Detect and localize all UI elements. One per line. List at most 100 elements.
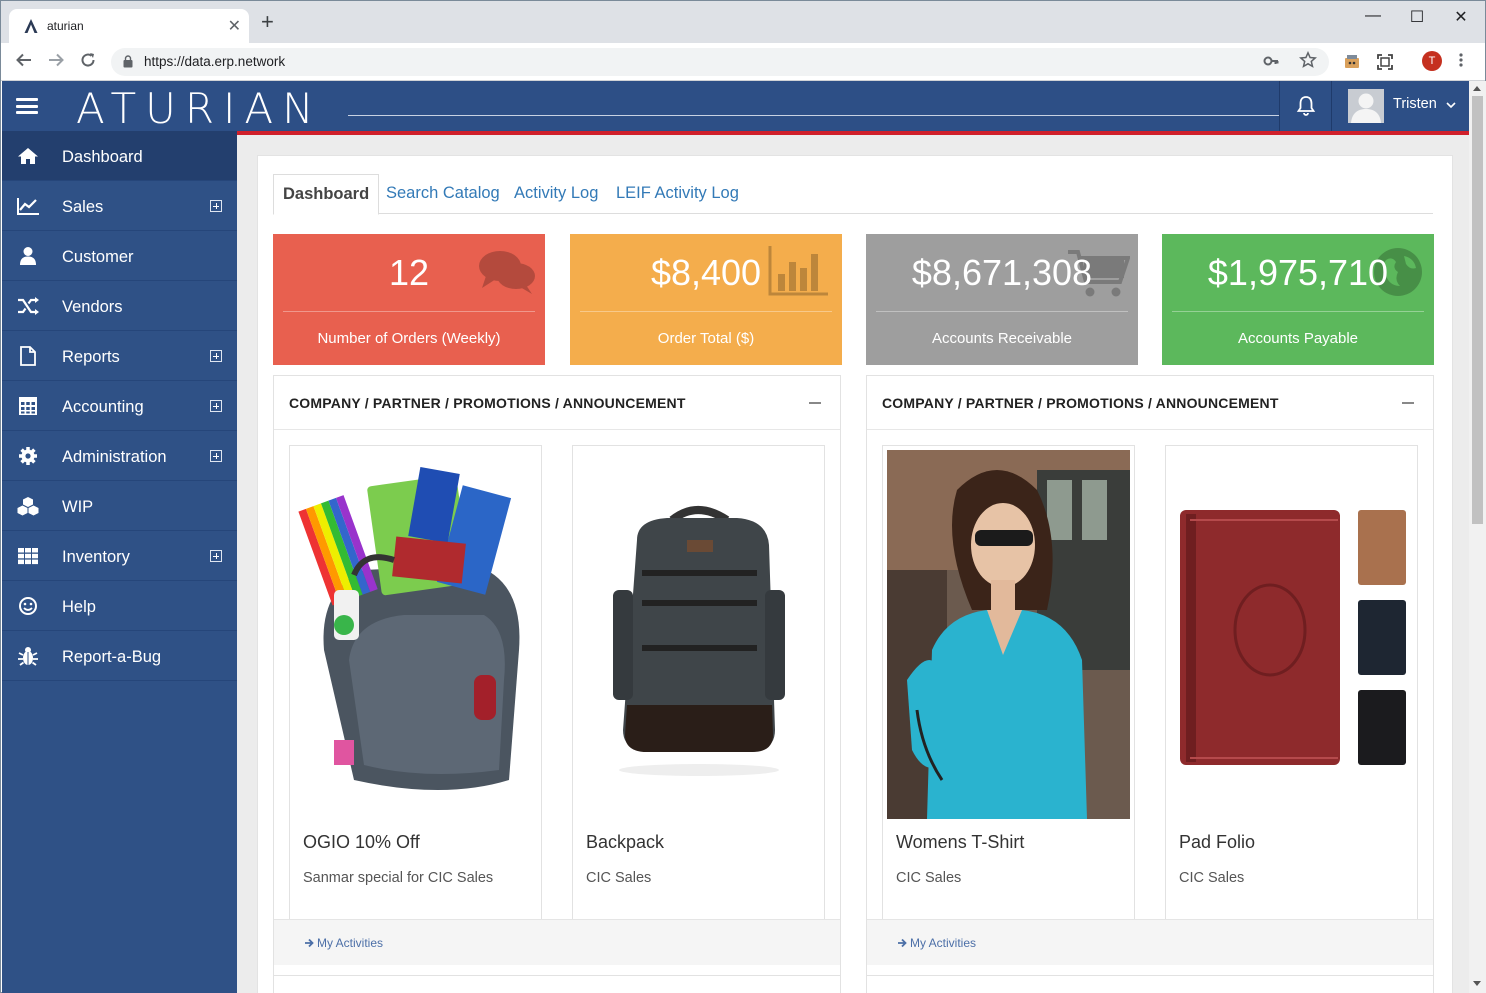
card-title: Backpack	[586, 832, 665, 852]
expand-plus-icon[interactable]	[210, 550, 222, 562]
sidebar-item-customer[interactable]: Customer	[2, 231, 237, 281]
cubes-icon	[17, 497, 39, 516]
sidebar-item-label: Customer	[62, 248, 134, 266]
stat-order-total[interactable]: $8,400 Order Total ($)	[570, 234, 842, 365]
chevron-down-icon[interactable]	[1446, 101, 1456, 109]
card-subtitle: CIC Sales	[896, 870, 962, 886]
back-arrow-icon[interactable]	[15, 51, 33, 69]
new-tab-button[interactable]: +	[261, 11, 274, 33]
stat-value: $8,400	[650, 252, 762, 293]
sidebar-item-vendors[interactable]: Vendors	[2, 281, 237, 331]
reload-icon[interactable]	[79, 51, 97, 69]
my-activities-link[interactable]: My Activities	[910, 936, 976, 950]
promo-card[interactable]: Pad Folio CIC Sales	[1165, 445, 1418, 921]
logo-underline	[348, 115, 1280, 116]
user-avatar[interactable]	[1348, 89, 1384, 123]
tab-close-icon[interactable]: ✕	[228, 16, 241, 36]
vertical-scrollbar[interactable]	[1469, 81, 1486, 993]
tab-search-catalog[interactable]: Search Catalog	[377, 174, 509, 214]
tab-leif-activity-log[interactable]: LEIF Activity Log	[607, 174, 748, 214]
aturian-logo[interactable]: ATURIAN	[76, 84, 323, 133]
tab-dashboard[interactable]: Dashboard	[273, 174, 380, 215]
forward-arrow-icon[interactable]	[47, 51, 65, 69]
promo-card[interactable]: Backpack CIC Sales	[572, 445, 825, 921]
sidebar-item-label: Dashboard	[62, 148, 143, 166]
card-subtitle: CIC Sales	[586, 870, 652, 886]
sidebar-item-label: Accounting	[62, 398, 144, 416]
card-title: Pad Folio	[1179, 832, 1256, 852]
scroll-down-icon[interactable]	[1473, 981, 1481, 987]
announcement-panel: COMPANY / PARTNER / PROMOTIONS / ANNOUNC…	[273, 375, 841, 993]
line-chart-icon	[17, 198, 39, 215]
address-bar[interactable]: https://data.erp.network	[111, 48, 1329, 76]
bug-icon	[18, 647, 38, 666]
arrow-right-icon	[305, 938, 314, 948]
browser-toolbar: https://data.erp.network	[1, 43, 1485, 81]
womens-tshirt-image	[887, 450, 1130, 819]
stat-orders[interactable]: 12 Number of Orders (Weekly)	[273, 234, 545, 365]
backpack-image	[577, 450, 820, 819]
scrollbar-thumb[interactable]	[1472, 96, 1483, 524]
stat-value: 12	[388, 252, 430, 293]
sidebar-item-dashboard[interactable]: Dashboard	[2, 131, 237, 181]
main-content: Dashboard Search Catalog Activity Log LE…	[237, 135, 1469, 993]
expand-plus-icon[interactable]	[210, 400, 222, 412]
my-activities-link[interactable]: My Activities	[317, 936, 383, 950]
header-divider	[1279, 81, 1280, 131]
next-panel-stub	[273, 975, 841, 993]
extension-icon[interactable]	[1342, 52, 1362, 72]
card-subtitle: Sanmar special for CIC Sales	[303, 870, 494, 886]
stat-divider	[876, 311, 1128, 312]
expand-plus-icon[interactable]	[210, 450, 222, 462]
sidebar-item-label: Report-a-Bug	[62, 648, 162, 666]
notification-bell-icon[interactable]	[1294, 94, 1318, 118]
window-close-button[interactable]: ✕	[1441, 7, 1481, 27]
expand-plus-icon[interactable]	[210, 350, 222, 362]
sidebar-item-help[interactable]: Help	[2, 581, 237, 631]
stat-accounts-payable[interactable]: $1,975,710 Accounts Payable	[1162, 234, 1434, 365]
announcement-footer: My Activities	[867, 919, 1433, 965]
sidebar-item-wip[interactable]: WIP	[2, 481, 237, 531]
sidebar-item-administration[interactable]: Administration	[2, 431, 237, 481]
card-subtitle: CIC Sales	[1179, 870, 1245, 886]
grid-icon	[18, 548, 38, 565]
sidebar-item-sales[interactable]: Sales	[2, 181, 237, 231]
announcement-header: COMPANY / PARTNER / PROMOTIONS / ANNOUNC…	[867, 376, 1433, 430]
sidebar-item-accounting[interactable]: Accounting	[2, 381, 237, 431]
announcement-title: COMPANY / PARTNER / PROMOTIONS / ANNOUNC…	[289, 395, 686, 411]
sidebar: Dashboard Sales Customer Vendors Reports…	[2, 131, 237, 993]
collapse-minus-icon[interactable]	[809, 402, 821, 404]
sidebar-item-reports[interactable]: Reports	[2, 331, 237, 381]
gear-icon	[19, 447, 37, 465]
stat-divider	[1172, 311, 1424, 312]
hamburger-menu-icon[interactable]	[16, 98, 38, 114]
sidebar-item-inventory[interactable]: Inventory	[2, 531, 237, 581]
minimize-button[interactable]: —	[1353, 7, 1393, 25]
scroll-up-icon[interactable]	[1473, 85, 1481, 91]
collapse-minus-icon[interactable]	[1402, 402, 1414, 404]
card-title: Womens T-Shirt	[896, 832, 1025, 852]
next-panel-stub	[866, 975, 1434, 993]
stat-caption: Number of Orders (Weekly)	[317, 330, 501, 347]
bookmark-star-icon[interactable]	[1299, 51, 1317, 69]
app-header: ATURIAN Tristen	[2, 81, 1469, 133]
url-text[interactable]: https://data.erp.network	[144, 54, 285, 69]
browser-profile-avatar[interactable]: T	[1422, 51, 1442, 71]
stat-accounts-receivable[interactable]: $8,671,308 Accounts Receivable	[866, 234, 1138, 365]
tab-title: aturian	[47, 19, 84, 33]
sidebar-item-label: WIP	[62, 498, 94, 516]
promo-card[interactable]: OGIO 10% Off Sanmar special for CIC Sale…	[289, 445, 542, 921]
promo-card[interactable]: Womens T-Shirt CIC Sales	[882, 445, 1135, 921]
dashboard-tabs: Dashboard Search Catalog Activity Log LE…	[273, 174, 1433, 215]
expand-plus-icon[interactable]	[210, 200, 222, 212]
stat-divider	[580, 311, 832, 312]
tab-activity-log[interactable]: Activity Log	[505, 174, 607, 214]
screen-capture-icon[interactable]	[1375, 52, 1395, 72]
key-icon[interactable]	[1263, 53, 1279, 69]
browser-menu-icon[interactable]	[1458, 52, 1464, 68]
card-title: OGIO 10% Off	[303, 832, 420, 852]
browser-tab[interactable]: aturian ✕	[9, 9, 249, 43]
sidebar-item-report-a-bug[interactable]: Report-a-Bug	[2, 631, 237, 681]
user-name[interactable]: Tristen	[1393, 96, 1437, 112]
maximize-button[interactable]: ☐	[1397, 7, 1437, 27]
